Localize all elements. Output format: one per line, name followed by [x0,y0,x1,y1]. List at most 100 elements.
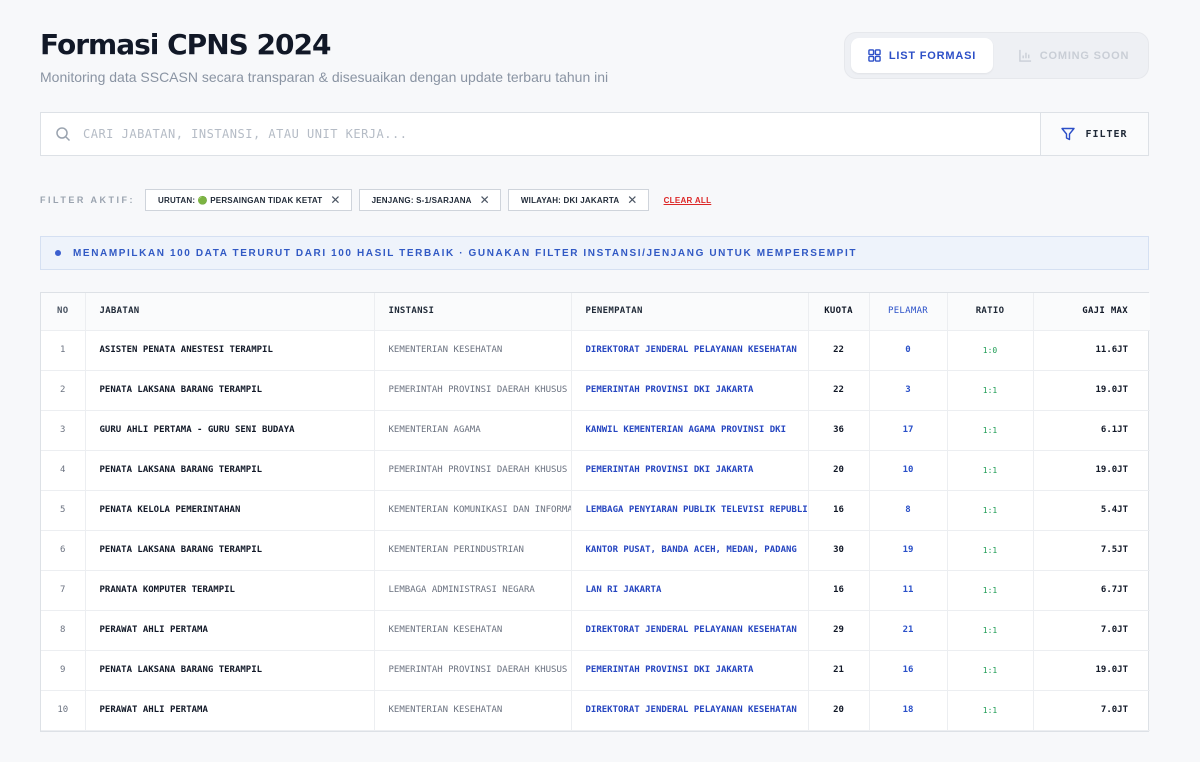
close-icon[interactable]: ✕ [627,194,637,206]
cell-penempatan: LAN RI JAKARTA [571,570,809,611]
cell-penempatan: LEMBAGA PENYIARAN PUBLIK TELEVISI REPUBL… [571,490,809,531]
table-row[interactable]: 8 PERAWAT AHLI PERTAMA KEMENTERIAN KESEHAT… [41,610,1150,651]
column-header-no[interactable]: NO [41,293,86,331]
cell-no: 5 [41,490,86,531]
cell-ratio: 1:1 [947,370,1034,411]
active-filters-label: FILTER AKTIF: [40,195,135,205]
cell-gaji-max: 7.0JT [1033,610,1150,651]
column-header-gaji-max[interactable]: GAJI MAX [1033,293,1150,331]
cell-kuota: 22 [808,330,870,371]
filter-button[interactable]: FILTER [1040,113,1148,155]
cell-gaji-max: 7.5JT [1033,530,1150,571]
cell-ratio: 1:1 [947,410,1034,451]
cell-no: 3 [41,410,86,451]
cell-no: 7 [41,570,86,611]
cell-pelamar: 18 [869,690,948,731]
cell-kuota: 21 [808,650,870,691]
close-icon[interactable]: ✕ [480,194,490,206]
cell-pelamar: 16 [869,650,948,691]
cell-jabatan: PENATA LAKSANA BARANG TERAMPIL [85,530,375,571]
cell-no: 8 [41,610,86,651]
cell-penempatan: DIREKTORAT JENDERAL PELAYANAN KESEHATAN [571,610,809,651]
cell-jabatan: PERAWAT AHLI PERTAMA [85,610,375,651]
formasi-table: NO JABATAN INSTANSI PENEMPATAN KUOTA PEL… [40,292,1150,732]
cell-pelamar: 8 [869,490,948,531]
cell-gaji-max: 6.7JT [1033,570,1150,611]
table-row[interactable]: 6 PENATA LAKSANA BARANG TERAMPIL KEMENTERI… [41,530,1150,571]
table-row[interactable]: 1 ASISTEN PENATA ANESTESI TERAMPIL KEMENTE… [41,330,1150,371]
column-header-penempatan[interactable]: PENEMPATAN [571,293,809,331]
cell-penempatan: PEMERINTAH PROVINSI DKI JAKARTA [571,650,809,691]
cell-kuota: 29 [808,610,870,651]
cell-ratio: 1:1 [947,610,1034,651]
table-row[interactable]: 10 PERAWAT AHLI PERTAMA KEMENTERIAN KESEHA… [41,690,1150,731]
coming-soon-label: COMING SOON [1039,49,1130,62]
cell-instansi: PEMERINTAH PROVINSI DAERAH KHUSUS [374,450,572,491]
table-row[interactable]: 5 PENATA KELOLA PEMERINTAHAN KEMENTERIAN K… [41,490,1150,531]
column-header-jabatan[interactable]: JABATAN [85,293,375,331]
cell-jabatan: PENATA LAKSANA BARANG TERAMPIL [85,370,375,411]
cell-jabatan: GURU AHLI PERTAMA - GURU SENI BUDAYA [85,410,375,451]
cell-penempatan: KANTOR PUSAT, BANDA ACEH, MEDAN, PADANG [571,530,809,571]
search-icon [56,127,71,142]
cell-ratio: 1:1 [947,530,1034,571]
cell-instansi: KEMENTERIAN KESEHATAN [374,610,572,651]
cell-ratio: 1:1 [947,570,1034,611]
cell-penempatan: PEMERINTAH PROVINSI DKI JAKARTA [571,370,809,411]
close-icon[interactable]: ✕ [330,194,340,206]
info-banner: MENAMPILKAN 100 DATA TERURUT DARI 100 HA… [40,236,1149,270]
cell-instansi: KEMENTERIAN KESEHATAN [374,330,572,371]
search-bar: FILTER [40,112,1149,156]
cell-kuota: 20 [808,690,870,731]
list-formasi-button[interactable]: LIST FORMASI [851,38,993,73]
cell-instansi: KEMENTERIAN PERINDUSTRIAN [374,530,572,571]
cell-pelamar: 11 [869,570,948,611]
cell-jabatan: PERAWAT AHLI PERTAMA [85,690,375,731]
filter-chip-label: WILAYAH: DKI JAKARTA [520,195,620,205]
search-input[interactable] [83,113,1033,155]
column-header-instansi[interactable]: INSTANSI [374,293,572,331]
cell-jabatan: PENATA LAKSANA BARANG TERAMPIL [85,650,375,691]
column-header-ratio[interactable]: RATIO [947,293,1034,331]
cell-kuota: 22 [808,370,870,411]
cell-no: 1 [41,330,86,371]
table-row[interactable]: 9 PENATA LAKSANA BARANG TERAMPIL PEMERINTA… [41,650,1150,691]
cell-ratio: 1:1 [947,450,1034,491]
clear-all-link[interactable]: CLEAR ALL [664,196,712,205]
page-title: Formasi CPNS 2024 [40,28,331,61]
cell-kuota: 16 [808,490,870,531]
cell-instansi: PEMERINTAH PROVINSI DAERAH KHUSUS [374,370,572,411]
column-header-kuota[interactable]: KUOTA [808,293,870,331]
view-toggle: LIST FORMASI COMING SOON [844,32,1149,79]
cell-ratio: 1:1 [947,650,1034,691]
column-header-pelamar[interactable]: PELAMAR [869,293,948,331]
dot-icon [55,250,61,256]
cell-gaji-max: 5.4JT [1033,490,1150,531]
cell-pelamar: 21 [869,610,948,651]
cell-gaji-max: 19.0JT [1033,370,1150,411]
filter-label: FILTER [1085,128,1128,140]
cell-gaji-max: 6.1JT [1033,410,1150,451]
table-row[interactable]: 7 PRANATA KOMPUTER TERAMPIL LEMBAGA ADMINI… [41,570,1150,611]
cell-gaji-max: 19.0JT [1033,650,1150,691]
table-row[interactable]: 4 PENATA LAKSANA BARANG TERAMPIL PEMERINTA… [41,450,1150,491]
cell-kuota: 36 [808,410,870,451]
cell-instansi: LEMBAGA ADMINISTRASI NEGARA [374,570,572,611]
cell-no: 9 [41,650,86,691]
cell-no: 4 [41,450,86,491]
active-filters: FILTER AKTIF: URUTAN: 🟢 PERSAINGAN TIDAK… [40,189,711,211]
cell-ratio: 1:1 [947,690,1034,731]
page-header: Formasi CPNS 2024 Monitoring data SSCASN… [40,28,608,85]
cell-penempatan: PEMERINTAH PROVINSI DKI JAKARTA [571,450,809,491]
cell-kuota: 30 [808,530,870,571]
cell-instansi: KEMENTERIAN AGAMA [374,410,572,451]
cell-gaji-max: 19.0JT [1033,450,1150,491]
coming-soon-button: COMING SOON [1005,38,1143,73]
table-row[interactable]: 3 GURU AHLI PERTAMA - GURU SENI BUDAYA KEM… [41,410,1150,451]
cell-no: 2 [41,370,86,411]
cell-pelamar: 10 [869,450,948,491]
cell-no: 10 [41,690,86,731]
list-formasi-label: LIST FORMASI [888,49,977,62]
cell-jabatan: PENATA KELOLA PEMERINTAHAN [85,490,375,531]
table-row[interactable]: 2 PENATA LAKSANA BARANG TERAMPIL PEMERINTA… [41,370,1150,411]
